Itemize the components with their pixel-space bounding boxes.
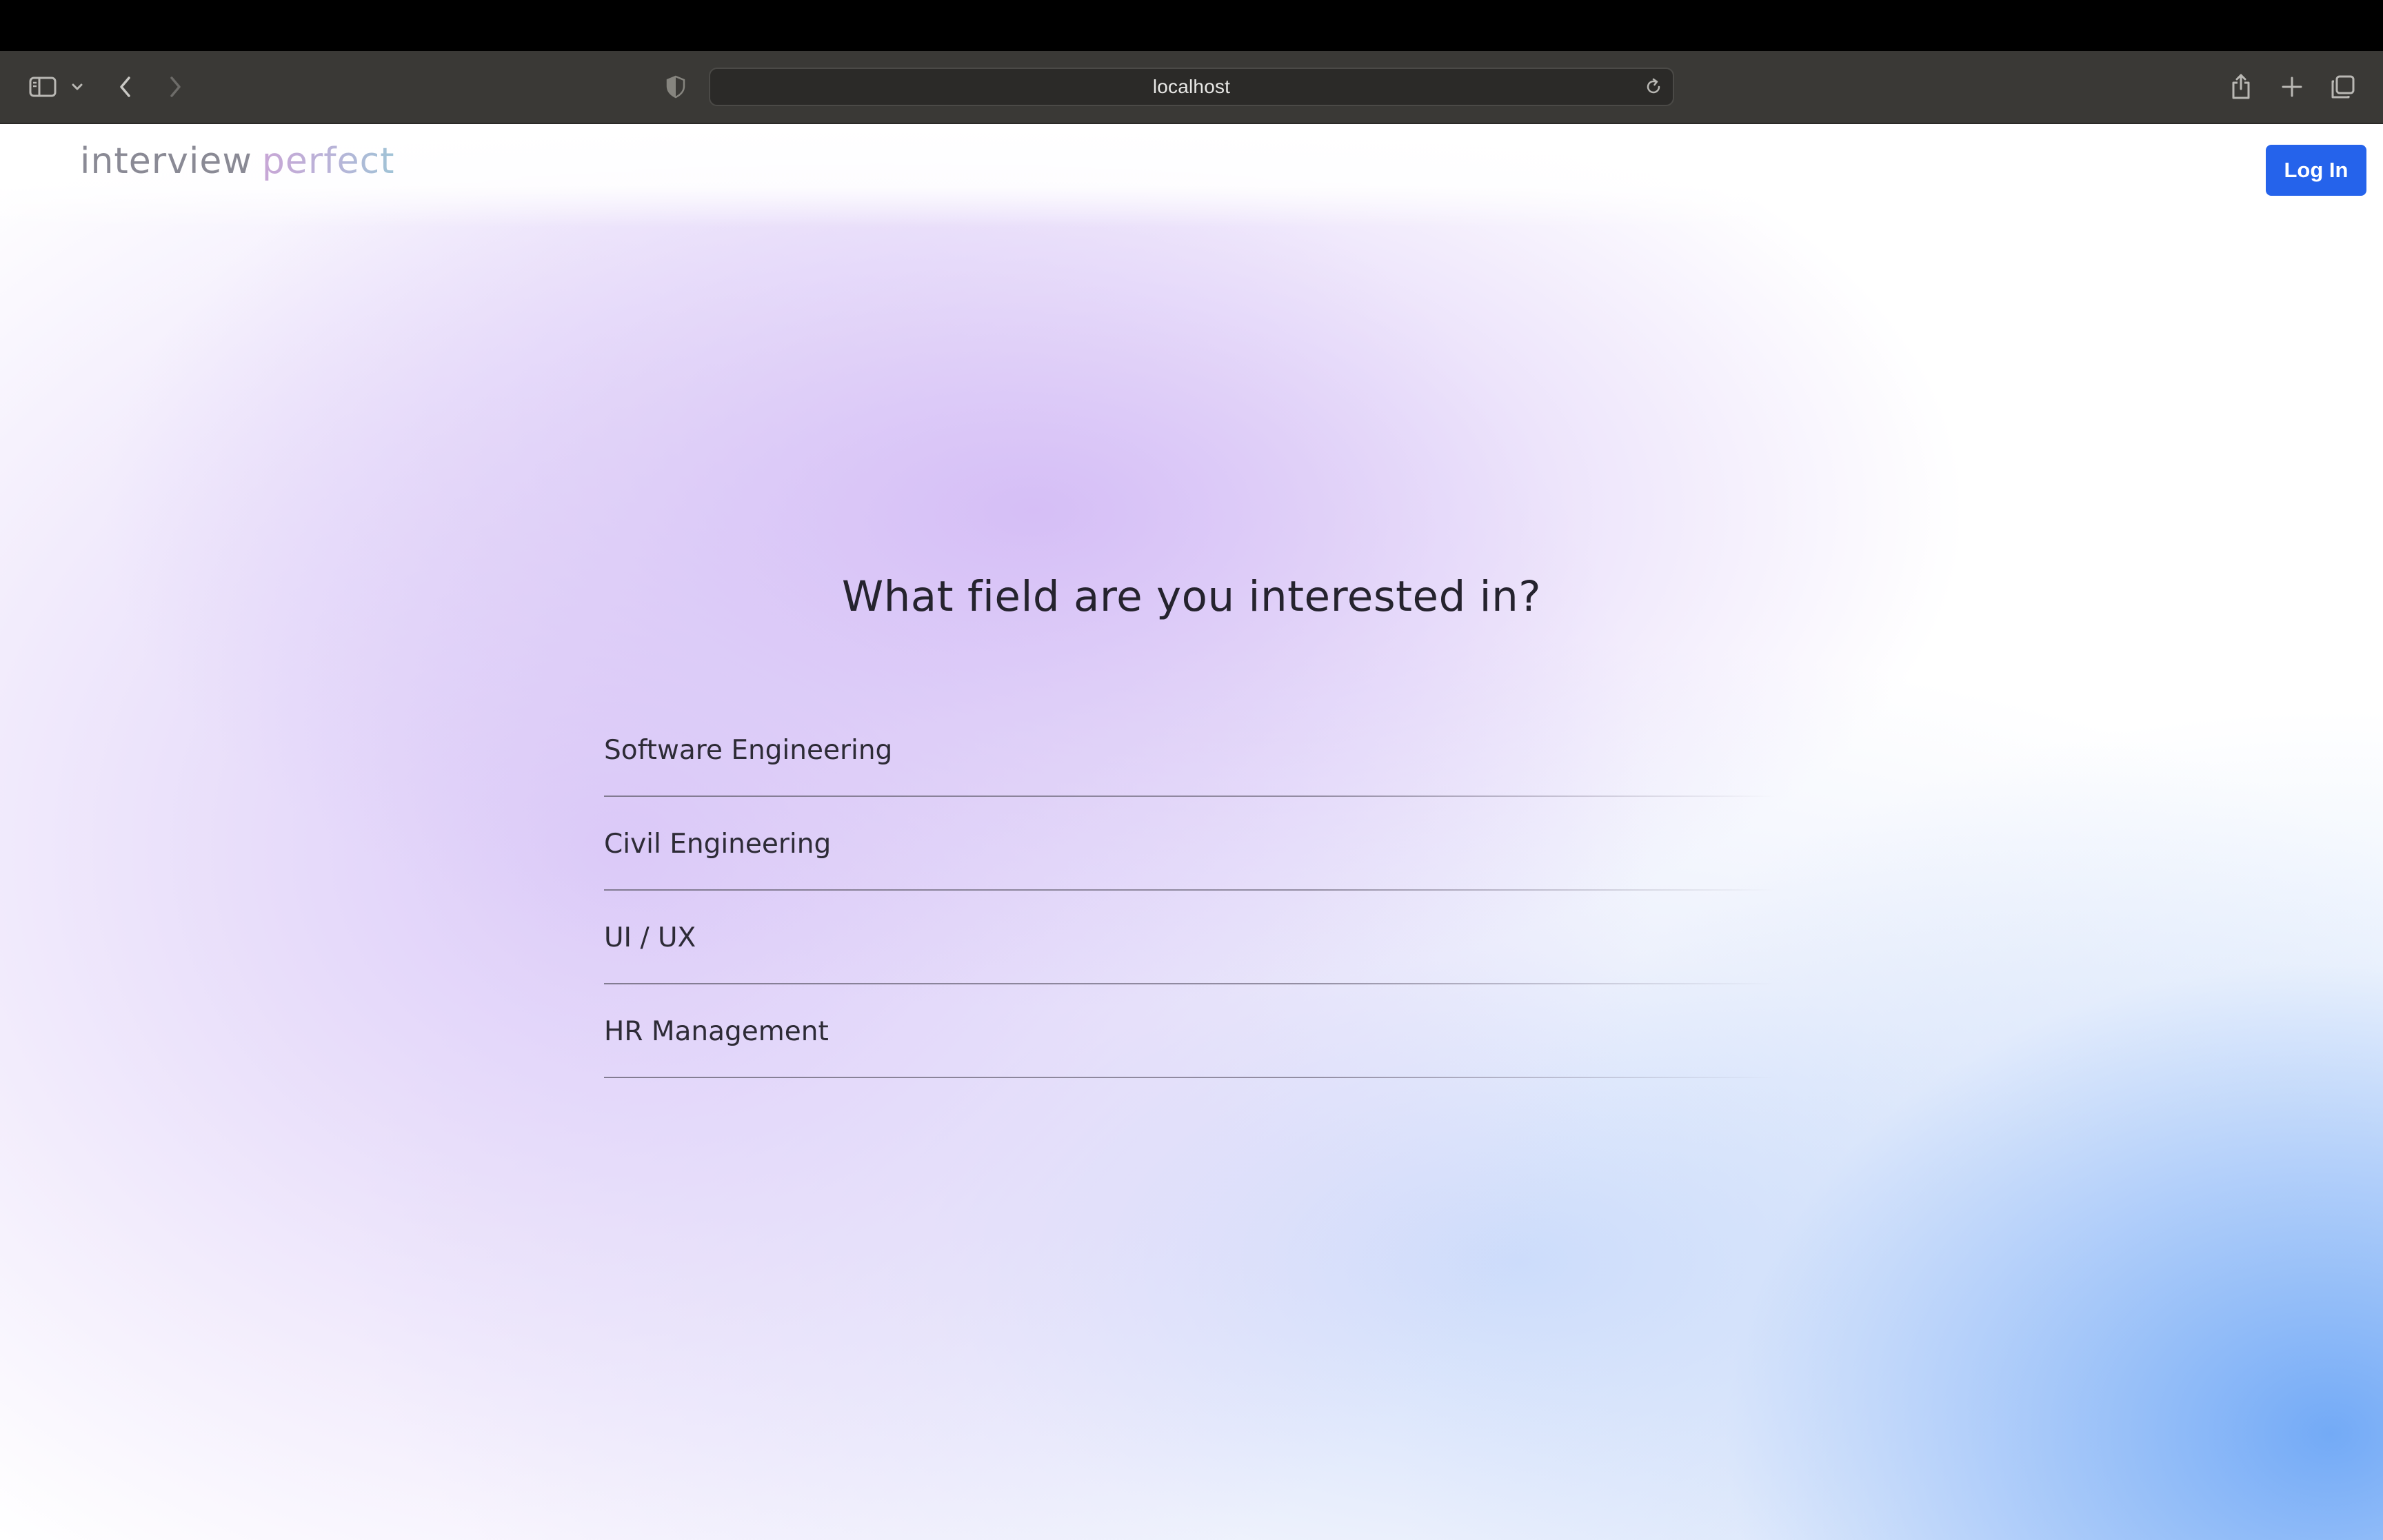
- logo-word-interview: interview: [80, 141, 252, 182]
- menu-bar-strip: [0, 0, 2383, 51]
- logo[interactable]: interview perfect: [80, 141, 395, 182]
- forward-chevron-right-icon[interactable]: [160, 72, 190, 102]
- page: interview perfect Log In What field are …: [0, 124, 2383, 1540]
- reload-icon[interactable]: [1641, 74, 1666, 99]
- page-title: What field are you interested in?: [841, 572, 1542, 621]
- field-options-list: Software Engineering Civil Engineering U…: [604, 703, 1776, 1078]
- address-bar[interactable]: localhost: [709, 68, 1674, 106]
- shield-icon[interactable]: [662, 73, 690, 101]
- back-chevron-left-icon[interactable]: [110, 72, 141, 102]
- chevron-down-icon[interactable]: [68, 77, 87, 97]
- field-option-ui-ux[interactable]: UI / UX: [604, 891, 1776, 984]
- share-icon[interactable]: [2226, 69, 2256, 103]
- field-option-civil-engineering[interactable]: Civil Engineering: [604, 797, 1776, 891]
- plus-icon[interactable]: [2277, 72, 2307, 102]
- field-option-hr-management[interactable]: HR Management: [604, 984, 1776, 1078]
- logo-word-perfect: perfect: [261, 141, 395, 182]
- field-option-software-engineering[interactable]: Software Engineering: [604, 703, 1776, 797]
- login-button[interactable]: Log In: [2266, 145, 2366, 196]
- url-text[interactable]: localhost: [710, 69, 1673, 105]
- tabs-overview-icon[interactable]: [2328, 72, 2358, 102]
- sidebar-icon[interactable]: [25, 72, 61, 102]
